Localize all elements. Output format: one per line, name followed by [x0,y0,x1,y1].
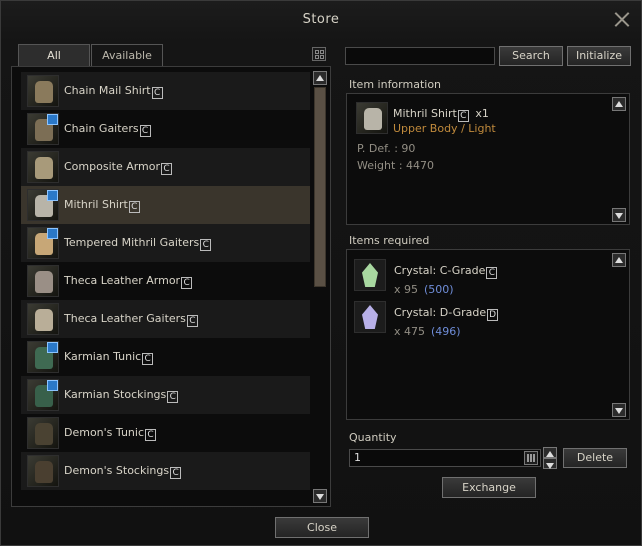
search-input[interactable] [345,47,495,65]
list-item[interactable]: Karmian Tunic C [21,338,310,376]
info-scrollbar[interactable] [612,97,626,222]
grade-badge: C [170,466,182,479]
list-item[interactable]: Demon's Tunic C [21,414,310,452]
tab-available[interactable]: Available [91,44,163,66]
delete-button[interactable]: Delete [563,448,627,468]
enchant-badge-icon [47,228,58,239]
exchange-button[interactable]: Exchange [442,477,536,498]
info-scroll-down-button[interactable] [612,208,626,222]
list-item-label: Theca Leather Gaiters C [64,312,198,327]
list-item[interactable]: Theca Leather Armor C [21,262,310,300]
theca-leather-armor-icon [27,265,59,297]
chain-mail-shirt-icon [27,75,59,107]
demons-stockings-icon [27,455,59,487]
required-scrollbar[interactable] [612,253,626,417]
chain-gaiters-icon [27,113,59,145]
list-item-label: Chain Gaiters C [64,122,151,137]
list-item-label: Theca Leather Armor C [64,274,193,289]
crystal-c-grade-icon [354,259,386,291]
enchant-badge-icon [47,380,58,391]
quantity-decrease-button[interactable] [543,458,557,469]
list-item-label: Mithril Shirt C [64,198,140,213]
grade-badge: C [139,124,151,137]
info-scroll-up-button[interactable] [612,97,626,111]
required-item-name: Crystal: C-Grade C [394,264,498,279]
enchant-badge-icon [47,342,58,353]
tempered-mithril-gaiters-icon [27,227,59,259]
close-icon[interactable] [613,10,631,28]
info-weight: Weight : 4470 [357,159,435,172]
store-window: Store All Available Chain Mail Shirt C Cha… [0,0,642,546]
list-item[interactable]: Chain Mail Shirt C [21,72,310,110]
grade-badge: C [186,314,198,327]
list-item-label: Karmian Tunic C [64,350,154,365]
list-item[interactable]: Mithril Shirt C [21,186,310,224]
required-item-count: x 95 (500) [394,283,454,296]
item-list: Chain Mail Shirt C Chain Gaiters C Composite… [11,66,331,507]
required-scroll-down-button[interactable] [612,403,626,417]
list-item[interactable]: Chain Gaiters C [21,110,310,148]
demons-tunic-icon [27,417,59,449]
grade-badge: C [181,276,193,289]
list-item[interactable]: Tempered Mithril Gaiters C [21,224,310,262]
grade-badge: C [151,86,163,99]
enchant-badge-icon [47,114,58,125]
info-item-name: Mithril Shirt C x1 [393,107,489,122]
item-information-label: Item information [349,78,442,91]
list-scrollbar[interactable] [313,71,327,503]
enchant-badge-icon [47,190,58,201]
grade-badge: C [145,428,157,441]
info-item-type: Upper Body / Light [393,122,496,135]
karmian-stockings-icon [27,379,59,411]
grade-badge: C [167,390,179,403]
karmian-tunic-icon [27,341,59,373]
window-title: Store [302,12,340,27]
quantity-input[interactable]: 1 [349,449,541,467]
required-item-count: x 475 (496) [394,325,461,338]
info-pdef: P. Def. : 90 [357,142,416,155]
calculator-icon[interactable] [524,451,538,465]
close-button[interactable]: Close [275,517,369,538]
list-item-label: Tempered Mithril Gaiters C [64,236,212,251]
required-item-name: Crystal: D-Grade D [394,306,499,321]
list-item-label: Demon's Tunic C [64,426,157,441]
grade-badge: C [128,200,140,213]
search-button[interactable]: Search [499,46,563,66]
list-item[interactable]: Karmian Stockings C [21,376,310,414]
owned-count: (496) [431,325,461,338]
grade-badge: C [200,238,212,251]
list-item-label: Composite Armor C [64,160,173,175]
grid-view-icon[interactable] [312,47,326,61]
items-required-label: Items required [349,234,430,247]
mithril-shirt-icon [356,102,388,134]
quantity-label: Quantity [349,431,397,444]
crystal-d-grade-icon [354,301,386,333]
mithril-shirt-icon [27,189,59,221]
list-item-label: Chain Mail Shirt C [64,84,163,99]
required-scroll-up-button[interactable] [612,253,626,267]
list-item-label: Karmian Stockings C [64,388,179,403]
scroll-thumb[interactable] [314,87,326,287]
list-item[interactable]: Theca Leather Gaiters C [21,300,310,338]
list-item-label: Demon's Stockings C [64,464,182,479]
grade-badge: C [161,162,173,175]
tab-all[interactable]: All [18,44,90,66]
scroll-up-button[interactable] [313,71,327,85]
theca-leather-gaiters-icon [27,303,59,335]
composite-armor-icon [27,151,59,183]
quantity-increase-button[interactable] [543,447,557,458]
list-item[interactable]: Composite Armor C [21,148,310,186]
grade-badge: C [142,352,154,365]
scroll-down-button[interactable] [313,489,327,503]
initialize-button[interactable]: Initialize [567,46,631,66]
list-item[interactable]: Demon's Stockings C [21,452,310,490]
owned-count: (500) [424,283,454,296]
